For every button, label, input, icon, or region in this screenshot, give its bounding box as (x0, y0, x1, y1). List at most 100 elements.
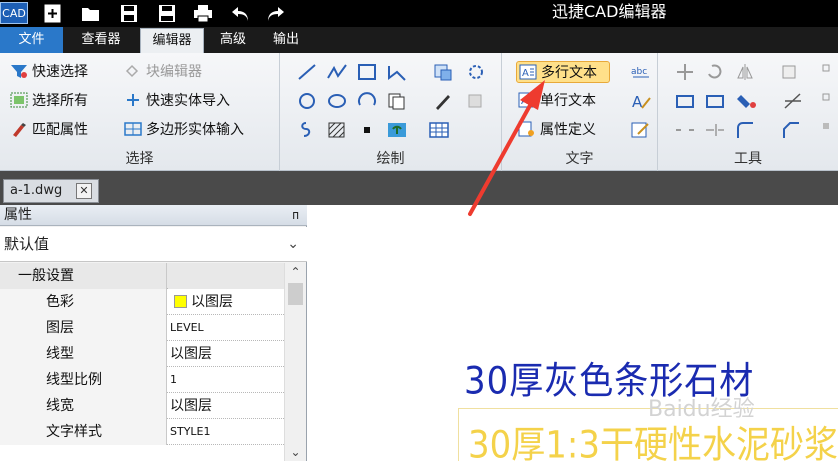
copy-block-icon[interactable] (386, 91, 408, 111)
chamfer-icon[interactable] (780, 120, 802, 140)
document-tab[interactable]: a-1.dwg ✕ (3, 179, 99, 203)
single-text-button[interactable]: A 单行文本 (518, 90, 596, 112)
attribute-icon (518, 121, 534, 137)
category-row[interactable]: − 一般设置 (0, 263, 284, 289)
entity-type-select[interactable]: 默认值 ⌄ (0, 227, 307, 262)
quick-entity-import-button[interactable]: 快速实体导入 (124, 90, 230, 112)
text-style-icon[interactable]: A (630, 91, 652, 111)
array-icon[interactable] (820, 62, 838, 82)
watermark: Baidu经验 (648, 397, 755, 422)
text-spell-icon[interactable]: abc (630, 62, 652, 82)
property-key: 线宽 (0, 393, 167, 419)
property-grid: − 一般设置 色彩 以图层 图层 LEVEL 线型 以图层 线型比例 1 线宽 … (0, 263, 284, 461)
rotate-icon[interactable] (704, 62, 726, 82)
move-icon[interactable] (674, 62, 696, 82)
arc-icon[interactable] (356, 91, 378, 111)
document-tab-strip: a-1.dwg ✕ (0, 171, 838, 205)
rectangle-icon[interactable] (356, 62, 378, 82)
select-all-button[interactable]: 选择所有 (10, 90, 88, 112)
gear-settings-icon[interactable] (466, 62, 488, 82)
tab-file[interactable]: 文件 (0, 27, 63, 53)
polygon-entity-input-button[interactable]: 多边形实体输入 (124, 119, 244, 141)
save-pdf-icon[interactable] (156, 3, 178, 24)
color-fill-icon[interactable] (736, 91, 758, 111)
entity-type-value: 默认值 (4, 235, 50, 253)
explode-icon[interactable] (820, 120, 838, 140)
app-logo[interactable]: CAD (0, 2, 28, 24)
scroll-down-icon[interactable]: ⌄ (285, 443, 306, 461)
hatch-icon[interactable] (326, 120, 348, 140)
property-key: 图层 (0, 315, 167, 341)
property-scrollbar[interactable]: ⌃ ⌄ (284, 263, 306, 461)
scroll-thumb[interactable] (288, 283, 303, 305)
fillet-icon[interactable] (734, 120, 756, 140)
print-icon[interactable] (192, 3, 214, 24)
table-icon[interactable] (428, 120, 450, 140)
property-value[interactable]: LEVEL (168, 315, 284, 341)
svg-text:abc: abc (631, 67, 647, 77)
ellipse-icon[interactable] (326, 91, 348, 111)
draw-group: 绘制 (280, 53, 502, 171)
pen-icon[interactable] (432, 91, 454, 111)
open-folder-icon[interactable] (80, 3, 102, 24)
join-icon[interactable] (704, 120, 726, 140)
line-icon[interactable] (296, 62, 318, 82)
property-row[interactable]: 线型 以图层 (0, 341, 284, 367)
trim-icon[interactable] (782, 91, 804, 111)
block-editor-icon (125, 64, 139, 78)
category-label: 一般设置 (0, 263, 167, 289)
hatch-dropdown-icon[interactable] (466, 91, 488, 111)
scroll-up-icon[interactable]: ⌃ (285, 263, 306, 281)
menu-bar: 文件 查看器 编辑器 高级 输出 (0, 27, 838, 53)
property-value[interactable]: STYLE1 (168, 419, 284, 445)
break-icon[interactable] (674, 120, 696, 140)
plus-move-icon (127, 94, 139, 106)
extend-icon[interactable] (820, 91, 838, 111)
undo-icon[interactable] (230, 3, 252, 24)
polyline-icon[interactable] (326, 62, 348, 82)
new-file-icon[interactable] (42, 3, 64, 24)
quick-select-button[interactable]: 快速选择 (10, 61, 88, 83)
chevron-down-icon[interactable]: ⌄ (287, 227, 299, 261)
drawing-canvas[interactable]: 30厚灰色条形石材 30厚1:3干硬性水泥砂浆 Baidu经验 (308, 205, 838, 461)
revision-cloud-icon[interactable] (296, 120, 318, 140)
attribute-definition-button[interactable]: 属性定义 (518, 119, 596, 141)
tab-editor[interactable]: 编辑器 (140, 28, 204, 53)
svg-text:A: A (522, 68, 529, 79)
property-row[interactable]: 线宽 以图层 (0, 393, 284, 419)
circle-icon[interactable] (296, 91, 318, 111)
property-value[interactable]: 以图层 (168, 393, 284, 419)
color-swatch (174, 295, 187, 308)
property-value[interactable]: 以图层 (168, 341, 284, 367)
insert-block-icon[interactable] (432, 62, 454, 82)
block-editor-button[interactable]: 块编辑器 (124, 61, 202, 83)
tab-advanced[interactable]: 高级 (210, 27, 256, 53)
property-value[interactable]: 1 (168, 367, 284, 393)
property-row[interactable]: 图层 LEVEL (0, 315, 284, 341)
save-icon[interactable] (118, 3, 140, 24)
scale-icon[interactable] (704, 91, 726, 111)
offset-dropdown-icon[interactable] (780, 62, 802, 82)
property-row[interactable]: 线型比例 1 (0, 367, 284, 393)
tab-viewer[interactable]: 查看器 (70, 27, 132, 53)
property-key: 色彩 (0, 289, 167, 315)
pin-icon[interactable]: ᴨ (292, 205, 299, 225)
window-title: 迅捷CAD编辑器 (552, 2, 667, 21)
property-row[interactable]: 色彩 以图层 (0, 289, 284, 315)
image-icon[interactable] (386, 120, 408, 140)
mtext-icon: A (519, 64, 537, 80)
mtext-button[interactable]: A 多行文本 (516, 61, 610, 83)
redo-icon[interactable] (264, 3, 286, 24)
properties-panel: 属性 ᴨ 默认值 ⌄ − 一般设置 色彩 以图层 图层 LEVEL 线型 以图层… (0, 205, 307, 461)
spline-icon[interactable] (386, 62, 408, 82)
stretch-icon[interactable] (674, 91, 696, 111)
match-properties-button[interactable]: 匹配属性 (10, 119, 88, 141)
property-value[interactable]: 以图层 (168, 289, 284, 315)
tab-output[interactable]: 输出 (264, 27, 308, 53)
close-icon[interactable]: ✕ (76, 183, 92, 199)
tools-group-label: 工具 (734, 151, 762, 167)
edit-text-icon[interactable] (630, 120, 652, 140)
mirror-icon[interactable] (734, 62, 756, 82)
property-row[interactable]: 文字样式 STYLE1 (0, 419, 284, 445)
point-icon[interactable] (356, 120, 378, 140)
